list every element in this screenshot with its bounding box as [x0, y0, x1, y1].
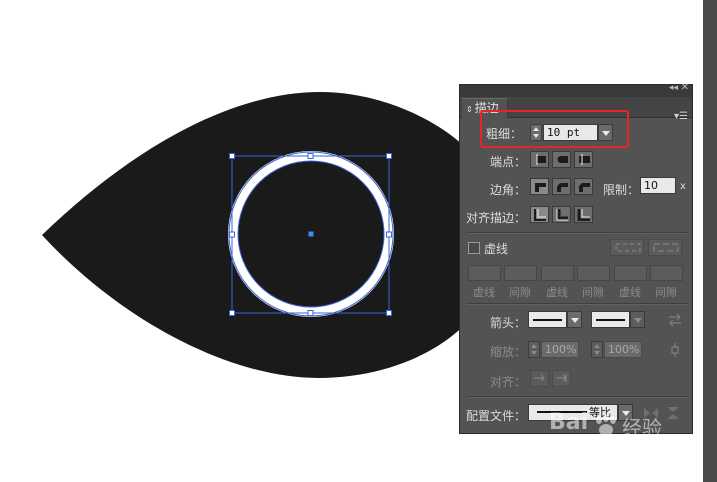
scrollbar-edge[interactable]	[703, 0, 717, 482]
butt-cap-button[interactable]	[530, 151, 549, 168]
handle-bottom-left[interactable]	[229, 310, 235, 316]
paw-icon	[596, 414, 616, 436]
miter-join-icon	[535, 183, 546, 192]
align-dash-icon	[653, 243, 679, 252]
arrow-align-label: 对齐：	[490, 375, 527, 389]
dashed-line-label: 虚线	[484, 242, 509, 256]
end-arrowhead-select[interactable]	[591, 311, 630, 328]
handle-top-left[interactable]	[229, 153, 235, 159]
flip-across-icon[interactable]	[666, 406, 680, 420]
projecting-cap-icon	[579, 154, 590, 165]
link-scale-icon[interactable]	[667, 342, 683, 358]
arrow-place-button[interactable]	[552, 370, 571, 387]
handle-right[interactable]	[386, 231, 392, 238]
dashed-line-checkbox[interactable]	[468, 242, 480, 254]
divider	[466, 232, 688, 234]
watermark-brand: Bai	[549, 410, 589, 435]
round-join-button[interactable]	[552, 178, 571, 195]
end-arrowhead-dropdown[interactable]	[630, 311, 645, 328]
start-arrowhead-select[interactable]	[528, 311, 567, 328]
bevel-join-button[interactable]	[574, 178, 593, 195]
gap-1-input[interactable]	[504, 265, 537, 281]
gap-2-input[interactable]	[577, 265, 610, 281]
gap-3-label: 间隙	[655, 286, 677, 299]
handle-top-right[interactable]	[386, 153, 392, 159]
butt-cap-icon	[536, 154, 546, 165]
gap-1-label: 间隙	[509, 286, 531, 299]
corner-label: 边角：	[490, 183, 527, 197]
align-outside-icon	[577, 209, 590, 221]
align-dash-button[interactable]	[648, 239, 682, 256]
gap-2-label: 间隙	[582, 286, 604, 299]
arrow-extend-button[interactable]	[530, 370, 549, 387]
arrow-place-icon	[556, 374, 567, 382]
limit-suffix: x	[680, 181, 686, 192]
dash-3-label: 虚线	[619, 286, 641, 299]
round-cap-icon	[557, 156, 568, 163]
center-point	[308, 231, 314, 237]
round-cap-button[interactable]	[552, 151, 571, 168]
divider	[466, 303, 688, 305]
limit-label: 限制：	[603, 183, 640, 197]
handle-bottom[interactable]	[307, 310, 314, 316]
panel-menu-icon[interactable]: ▾☰	[674, 111, 688, 122]
bevel-join-icon	[579, 183, 590, 192]
arrowhead-label: 箭头：	[490, 316, 527, 330]
handle-bottom-right[interactable]	[386, 310, 392, 316]
updown-icon: ⇕	[466, 105, 473, 114]
preserve-dash-icon	[615, 243, 641, 252]
swap-arrowheads-icon[interactable]	[667, 313, 683, 327]
start-arrowhead-dropdown[interactable]	[567, 311, 582, 328]
profile-label: 配置文件：	[466, 409, 527, 423]
dash-1-label: 虚线	[473, 286, 495, 299]
close-icon[interactable]: ✕	[681, 82, 689, 93]
projecting-cap-button[interactable]	[574, 151, 593, 168]
panel-title-bar[interactable]: ◂◂ ✕	[460, 82, 692, 97]
align-center-icon	[534, 209, 546, 221]
handle-left[interactable]	[229, 231, 235, 238]
start-scale-stepper[interactable]	[528, 341, 540, 358]
align-outside-button[interactable]	[574, 206, 593, 223]
collapse-icon[interactable]: ◂◂	[669, 83, 678, 93]
preserve-dash-button[interactable]	[610, 239, 644, 256]
gap-3-input[interactable]	[650, 265, 683, 281]
divider	[466, 396, 688, 398]
dash-1-input[interactable]	[468, 265, 501, 281]
align-inside-button[interactable]	[552, 206, 571, 223]
start-scale-input[interactable]: 100%	[541, 341, 579, 358]
align-stroke-label: 对齐描边：	[466, 211, 527, 225]
scale-label: 缩放：	[490, 345, 527, 359]
arrow-extend-icon	[534, 374, 545, 382]
watermark-jingyan: 经验	[622, 416, 662, 440]
miter-join-button[interactable]	[530, 178, 549, 195]
dash-3-input[interactable]	[614, 265, 647, 281]
end-scale-stepper[interactable]	[591, 341, 603, 358]
align-inside-icon	[556, 209, 568, 221]
limit-input[interactable]: 10	[640, 177, 676, 194]
round-join-icon	[557, 183, 568, 192]
watermark-url: jingyan.baidu.com	[553, 449, 664, 463]
dash-2-input[interactable]	[541, 265, 574, 281]
handle-top[interactable]	[307, 153, 314, 159]
weight-highlight-box	[480, 110, 629, 148]
align-center-button[interactable]	[530, 206, 549, 223]
end-scale-input[interactable]: 100%	[604, 341, 642, 358]
dash-2-label: 虚线	[546, 286, 568, 299]
cap-label: 端点：	[490, 155, 527, 169]
